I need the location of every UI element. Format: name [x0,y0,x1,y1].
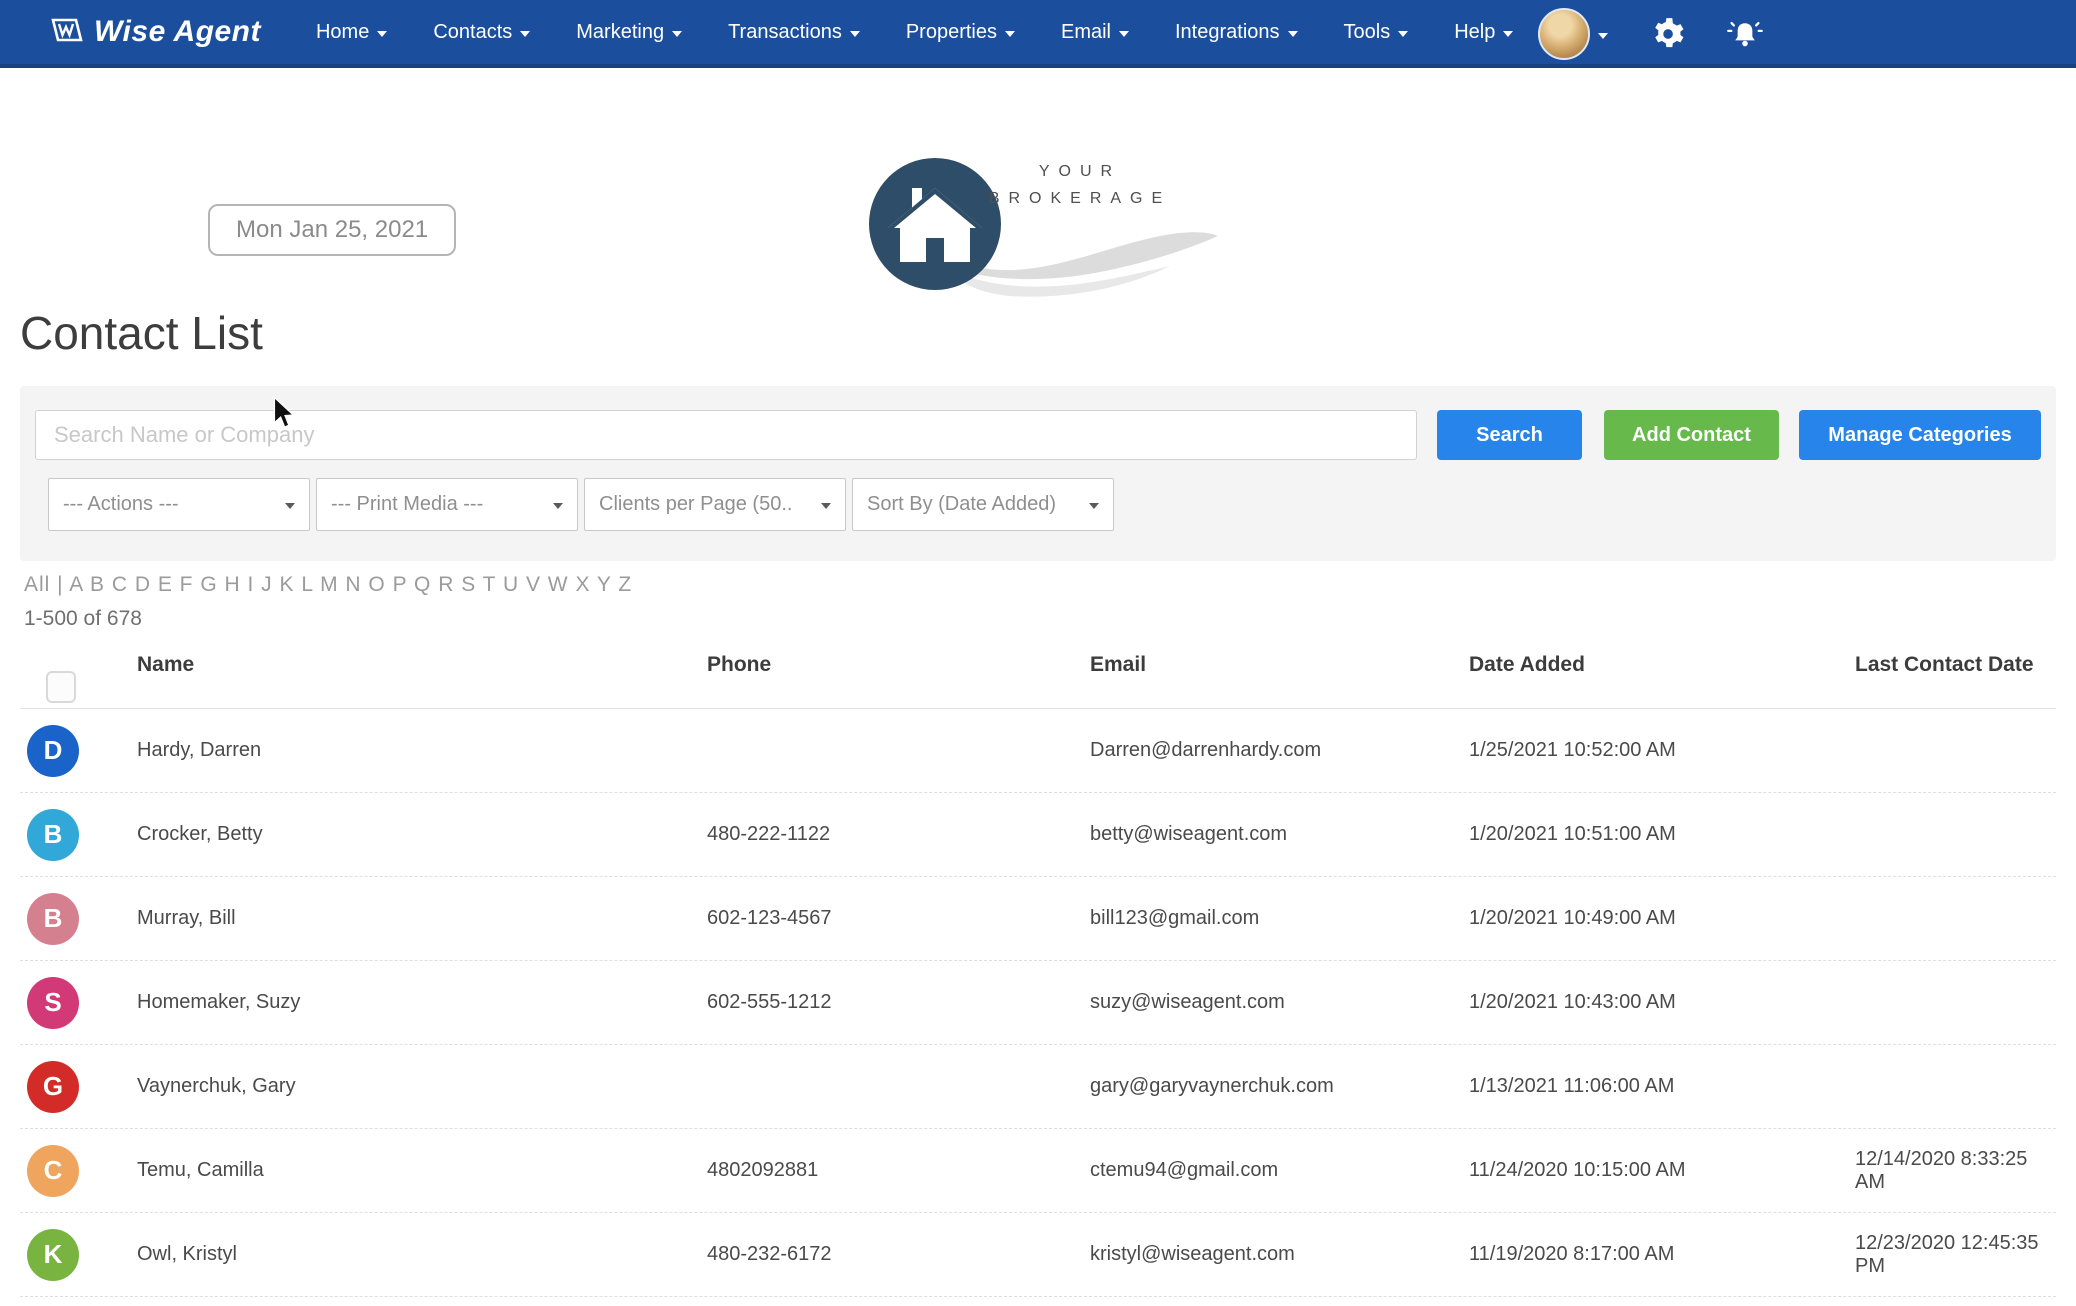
contact-last-contact: 12/23/2020 12:45:35 PM [1840,1232,2056,1278]
chevron-down-icon [520,31,530,37]
contact-avatar[interactable]: D [27,725,79,777]
nav-item-contacts[interactable]: Contacts [433,21,530,44]
chevron-down-icon [1005,31,1015,37]
contact-phone: 602-555-1212 [695,991,1075,1014]
table-row[interactable]: K Owl, Kristyl 480-232-6172 kristyl@wise… [20,1213,2056,1297]
contact-email[interactable]: kristyl@wiseagent.com [1075,1243,1455,1266]
contact-name[interactable]: Crocker, Betty [115,823,695,846]
contact-name[interactable]: Temu, Camilla [115,1159,695,1182]
contact-avatar[interactable]: S [27,977,79,1029]
contact-name[interactable]: Hardy, Darren [115,739,695,762]
contact-avatar[interactable]: B [27,893,79,945]
contact-avatar[interactable]: C [27,1145,79,1197]
contact-name[interactable]: Vaynerchuk, Gary [115,1075,695,1098]
search-input[interactable] [35,410,1417,460]
top-navbar: Wise Agent Home Contacts Marketing Trans… [0,0,2076,68]
column-header-date-added[interactable]: Date Added [1455,645,1840,677]
contact-phone: 480-222-1122 [695,823,1075,846]
settings-gear-icon[interactable] [1650,17,1684,51]
chevron-down-icon [377,31,387,37]
table-row[interactable]: B Murray, Bill 602-123-4567 bill123@gmai… [20,877,2056,961]
contact-name[interactable]: Homemaker, Suzy [115,991,695,1014]
user-menu[interactable] [1538,8,1608,60]
date-badge: Mon Jan 25, 2021 [208,204,456,256]
navbar-right-cluster [1538,0,1764,68]
chevron-down-icon [1119,31,1129,37]
nav-item-help[interactable]: Help [1454,21,1513,44]
main-menu: Home Contacts Marketing Transactions Pro… [316,21,1513,44]
contact-name[interactable]: Owl, Kristyl [115,1243,695,1266]
alphabet-filter[interactable]: All | A B C D E F G H I J K L M N O P Q … [24,573,2056,597]
nav-item-transactions[interactable]: Transactions [728,21,860,44]
wise-agent-logo-icon [50,15,84,50]
contact-date-added: 1/20/2021 10:43:00 AM [1455,991,1840,1014]
page-header-region: Mon Jan 25, 2021 YOUR BROKERAGE Contact … [0,68,2076,386]
contact-date-added: 1/13/2021 11:06:00 AM [1455,1075,1840,1098]
select-all-checkbox[interactable] [46,671,76,703]
column-header-last-contact[interactable]: Last Contact Date [1840,645,2056,677]
clients-per-page-dropdown[interactable]: Clients per Page (50.. [584,478,846,531]
contact-toolbar-panel: Search Add Contact Manage Categories ---… [20,386,2056,561]
table-row[interactable]: S Homemaker, Suzy 602-555-1212 suzy@wise… [20,961,2056,1045]
sort-by-dropdown[interactable]: Sort By (Date Added) [852,478,1114,531]
table-row[interactable]: C Temu, Camilla 4802092881 ctemu94@gmail… [20,1129,2056,1213]
chevron-down-icon [553,503,563,509]
contact-date-added: 1/20/2021 10:51:00 AM [1455,823,1840,846]
actions-dropdown[interactable]: --- Actions --- [48,478,310,531]
column-header-name[interactable]: Name [115,645,695,677]
contact-date-added: 1/20/2021 10:49:00 AM [1455,907,1840,930]
contact-avatar[interactable]: K [27,1229,79,1281]
chevron-down-icon [672,31,682,37]
contact-email[interactable]: ctemu94@gmail.com [1075,1159,1455,1182]
chevron-down-icon [1598,33,1608,39]
chevron-down-icon [1398,31,1408,37]
contact-phone: 480-232-6172 [695,1243,1075,1266]
contact-email[interactable]: suzy@wiseagent.com [1075,991,1455,1014]
wise-agent-brand[interactable]: Wise Agent [50,15,261,50]
add-contact-button[interactable]: Add Contact [1604,410,1779,460]
table-row[interactable]: D Hardy, Darren Darren@darrenhardy.com 1… [20,709,2056,793]
contact-email[interactable]: bill123@gmail.com [1075,907,1455,930]
contact-email[interactable]: gary@garyvaynerchuk.com [1075,1075,1455,1098]
notifications-bell-icon[interactable] [1726,17,1764,51]
search-button[interactable]: Search [1437,410,1582,460]
brokerage-name: YOUR BROKERAGE [985,158,1175,212]
contact-date-added: 11/19/2020 8:17:00 AM [1455,1243,1840,1266]
contact-avatar[interactable]: B [27,809,79,861]
chevron-down-icon [821,503,831,509]
nav-item-integrations[interactable]: Integrations [1175,21,1298,44]
chevron-down-icon [1288,31,1298,37]
page-title: Contact List [20,306,263,360]
table-header-row: Name Phone Email Date Added Last Contact… [20,645,2056,709]
nav-item-tools[interactable]: Tools [1344,21,1409,44]
chevron-down-icon [850,31,860,37]
chevron-down-icon [285,503,295,509]
contact-last-contact: 12/14/2020 8:33:25 AM [1840,1148,2056,1194]
contact-email[interactable]: betty@wiseagent.com [1075,823,1455,846]
nav-item-email[interactable]: Email [1061,21,1129,44]
chevron-down-icon [1089,503,1099,509]
user-avatar[interactable] [1538,8,1590,60]
chevron-down-icon [1503,31,1513,37]
contact-date-added: 11/24/2020 10:15:00 AM [1455,1159,1840,1182]
brand-name: Wise Agent [94,15,261,49]
print-media-dropdown[interactable]: --- Print Media --- [316,478,578,531]
table-row[interactable]: B Crocker, Betty 480-222-1122 betty@wise… [20,793,2056,877]
table-row[interactable]: G Vaynerchuk, Gary gary@garyvaynerchuk.c… [20,1045,2056,1129]
contact-email[interactable]: Darren@darrenhardy.com [1075,739,1455,762]
contact-avatar[interactable]: G [27,1061,79,1113]
nav-item-marketing[interactable]: Marketing [576,21,682,44]
nav-item-properties[interactable]: Properties [906,21,1015,44]
column-header-phone[interactable]: Phone [695,645,1075,677]
manage-categories-button[interactable]: Manage Categories [1799,410,2041,460]
contact-name[interactable]: Murray, Bill [115,907,695,930]
result-count: 1-500 of 678 [24,607,2056,631]
contact-table-body: D Hardy, Darren Darren@darrenhardy.com 1… [20,709,2056,1306]
nav-item-home[interactable]: Home [316,21,387,44]
column-header-email[interactable]: Email [1075,645,1455,677]
contact-phone: 4802092881 [695,1159,1075,1182]
contact-date-added: 1/25/2021 10:52:00 AM [1455,739,1840,762]
contact-phone: 602-123-4567 [695,907,1075,930]
table-row[interactable]: A Dwyre, Andy 4808360345 andy@wiseagent.… [20,1297,2056,1306]
